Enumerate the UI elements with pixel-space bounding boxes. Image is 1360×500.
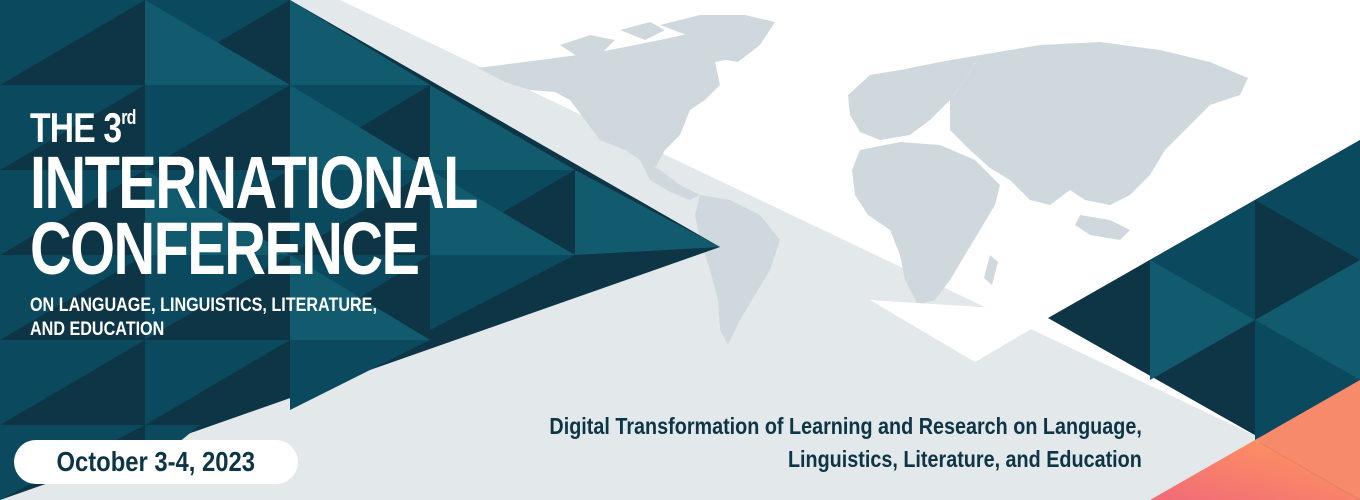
theme-line-2: Linguistics, Literature, and Education	[788, 446, 1142, 472]
event-date: October 3-4, 2023	[56, 446, 256, 477]
subtitle-line-1: ON LANGUAGE, LINGUISTICS, LITERATURE,	[30, 295, 377, 316]
title-superscript: rd	[121, 107, 136, 129]
title-line-3: CONFERENCE	[30, 207, 420, 290]
subtitle-line-2: AND EDUCATION	[30, 319, 165, 340]
theme-line-1: Digital Transformation of Learning and R…	[549, 413, 1142, 439]
date-badge: October 3-4, 2023	[14, 440, 298, 484]
conference-title: THE 3rd INTERNATIONAL CONFERENCE ON LANG…	[30, 96, 603, 342]
conference-theme: Digital Transformation of Learning and R…	[550, 410, 1142, 476]
subtitle: ON LANGUAGE, LINGUISTICS, LITERATURE, AN…	[30, 294, 517, 342]
